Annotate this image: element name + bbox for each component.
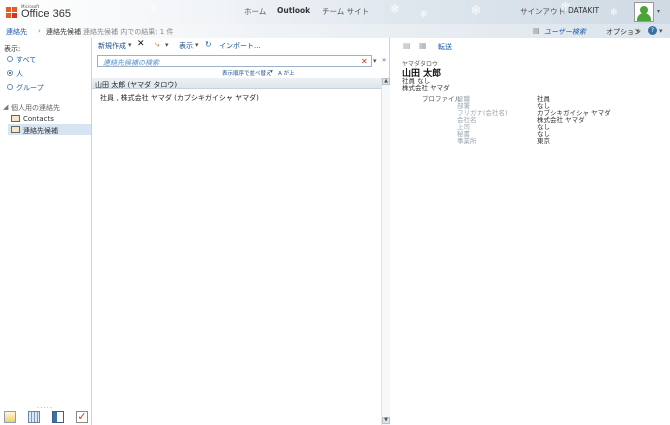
collapse-arrow-icon[interactable]: ◢ (3, 103, 8, 111)
top-bar: ✻ ❄ ✻ ❄ ❄ ✻ Microsoft Office 365 ホーム Out… (0, 0, 670, 24)
list-item[interactable]: 社員 , 株式会社 ヤマダ (カブシキガイシャ ヤマダ) (100, 93, 259, 103)
contact-group-name: 山田 太郎 (ヤマダ タロウ) (95, 81, 178, 89)
left-navigation-pane: 表示: すべて 人 グループ ◢ 個人用の連絡先 Contacts 連絡先候補 … (0, 38, 92, 425)
address-book-icon[interactable]: ▤ (533, 27, 540, 35)
field-label: 事業所 (457, 137, 477, 145)
user-search-link[interactable]: ユーザー検索 (544, 27, 586, 37)
reading-pane: ▤ ▦ 転送 ヤマダタロウ 山田 太郎 社員 なし 株式会社 ヤマダ プロファイ… (391, 38, 670, 425)
chevron-down-icon[interactable]: ▾ (165, 41, 169, 49)
contact-card-icon[interactable]: ▤ (403, 41, 411, 50)
move-icon[interactable]: ⤷ (155, 40, 159, 50)
folder-suggested-contacts[interactable]: 連絡先候補 (23, 126, 58, 136)
filter-groups-label[interactable]: グループ (16, 83, 44, 93)
print-icon[interactable]: ▦ (419, 41, 427, 50)
breadcrumb-root[interactable]: 連絡先 (6, 27, 27, 37)
sort-direction-button[interactable]: A が上 (278, 69, 295, 77)
result-count: 連絡先候補 内での結果: 1 件 (83, 28, 174, 36)
scroll-down-icon[interactable]: ▼ (382, 417, 390, 424)
breadcrumb-current: 連絡先候補 (46, 28, 81, 36)
chevron-down-icon[interactable]: ▾ (373, 57, 377, 65)
contact-company: 株式会社 ヤマダ (402, 84, 450, 92)
breadcrumb-bar: 連絡先 › 連絡先候補 連絡先候補 内での結果: 1 件 ▤ ユーザー検索 オプ… (0, 24, 670, 38)
divider: | (563, 6, 566, 15)
chevron-down-icon[interactable]: ▾ (195, 41, 199, 49)
help-icon[interactable]: ? (648, 26, 657, 35)
search-placeholder: 連絡先候補の検索 (103, 59, 159, 67)
nav-outlook[interactable]: Outlook (277, 6, 310, 15)
chevron-right-icon: › (38, 27, 41, 35)
expand-icon[interactable]: » (382, 56, 386, 64)
delete-icon[interactable]: ✕ (137, 39, 145, 49)
contact-list-pane: 新規作成 ▾ ✕ ⤷ ▾ 表示 ▾ ↻ インポート... 連絡先候補の検索 ✕ … (92, 38, 390, 425)
snowflake-decoration: ❄ (470, 3, 482, 19)
new-button[interactable]: 新規作成 (98, 41, 126, 51)
nav-home[interactable]: ホーム (244, 6, 266, 17)
mail-icon[interactable] (4, 411, 16, 423)
contacts-icon[interactable] (52, 411, 64, 423)
snowflake-decoration: ✻ (150, 4, 158, 14)
filter-groups-radio[interactable] (7, 84, 13, 90)
chevron-down-icon[interactable]: ▾ (659, 27, 663, 35)
clear-search-icon[interactable]: ✕ (361, 57, 368, 66)
brand-name: Office 365 (21, 8, 71, 20)
chevron-down-icon[interactable]: ▾ (270, 69, 273, 75)
user-avatar[interactable] (634, 2, 654, 22)
chevron-down-icon[interactable]: ▾ (657, 8, 660, 15)
filter-people-radio[interactable] (7, 70, 13, 76)
snowflake-decoration: ❄ (390, 2, 401, 16)
search-input[interactable]: 連絡先候補の検索 ✕ (97, 55, 372, 67)
import-button[interactable]: インポート... (219, 41, 261, 51)
chevron-down-icon[interactable]: ▾ (128, 41, 132, 49)
field-value: 東京 (537, 137, 550, 145)
nav-team-site[interactable]: チーム サイト (322, 6, 369, 17)
contact-group-header[interactable]: 山田 太郎 (ヤマダ タロウ) (92, 78, 381, 89)
refresh-icon[interactable]: ↻ (205, 40, 212, 49)
show-label: 表示: (4, 45, 21, 53)
user-name[interactable]: DATAKIT (568, 6, 599, 15)
office-logo-icon (6, 6, 18, 19)
chevron-down-icon[interactable]: ▾ (636, 27, 640, 35)
snowflake-decoration: ✻ (420, 10, 428, 20)
sort-order-button[interactable]: 表示順序で並べ替え (222, 69, 272, 77)
folder-contacts[interactable]: Contacts (23, 115, 54, 123)
filter-all-label[interactable]: すべて (16, 55, 36, 65)
forward-button[interactable]: 転送 (438, 42, 452, 52)
scrollbar[interactable]: ▲ ▼ (381, 78, 390, 425)
suggested-contacts-folder-icon (11, 126, 20, 133)
tasks-icon[interactable]: ✓ (76, 411, 88, 423)
signout-link[interactable]: サインアウト (520, 6, 565, 17)
view-button[interactable]: 表示 (179, 41, 193, 51)
office365-logo[interactable]: Microsoft Office 365 (6, 5, 71, 20)
snowflake-decoration: ✻ (610, 8, 618, 18)
filter-people-label[interactable]: 人 (16, 69, 23, 79)
contacts-folder-icon (11, 115, 20, 122)
filter-all-radio[interactable] (7, 56, 13, 62)
section-personal-contacts: 個人用の連絡先 (11, 104, 60, 112)
calendar-icon[interactable] (28, 411, 40, 423)
scroll-up-icon[interactable]: ▲ (382, 78, 390, 85)
profile-section-label: プロファイル (422, 95, 461, 103)
